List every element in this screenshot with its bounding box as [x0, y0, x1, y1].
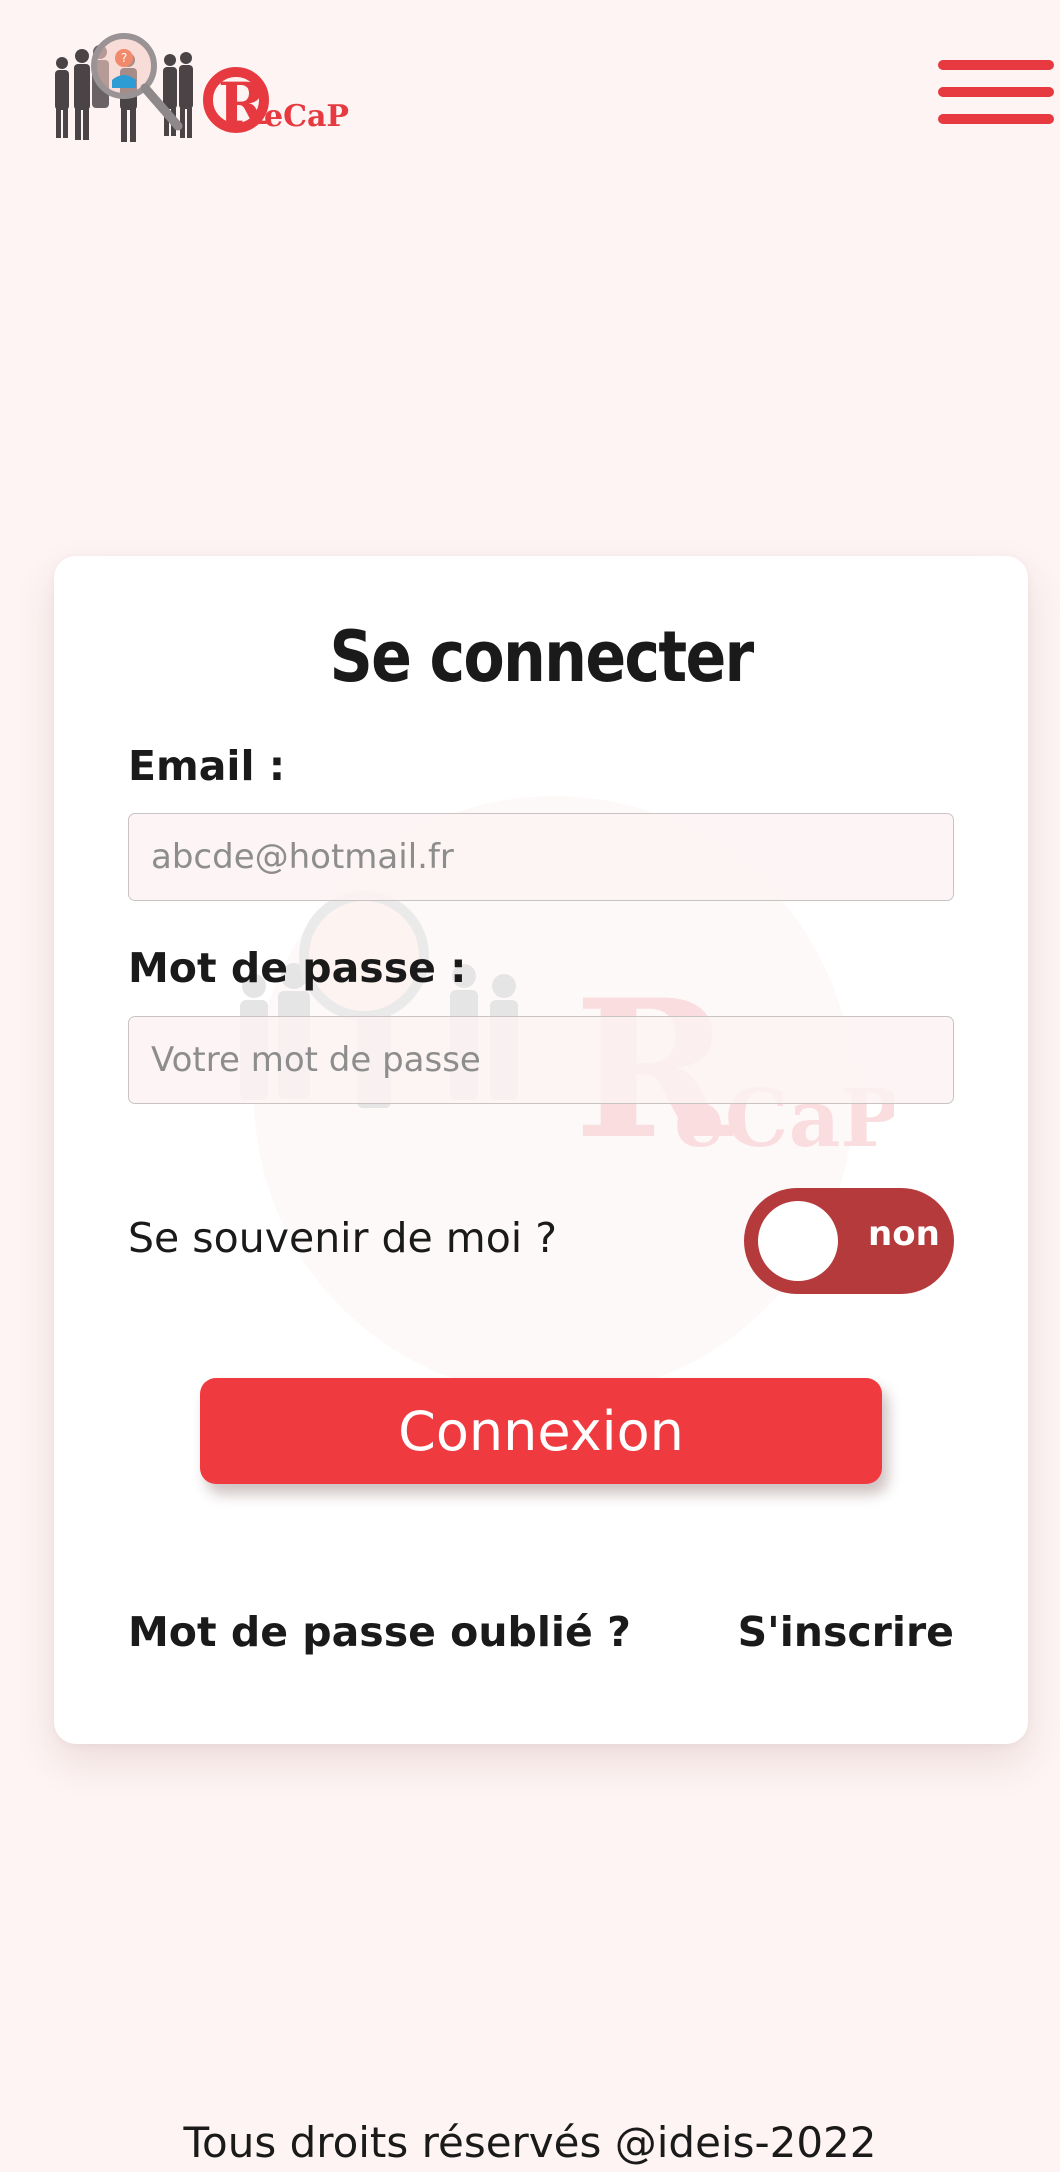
hamburger-icon: [938, 60, 1054, 70]
email-label: Email :: [128, 742, 286, 790]
footer-copyright: Tous droits réservés @ideis-2022: [183, 2118, 877, 2167]
forgot-password-link[interactable]: Mot de passe oublié ?: [128, 1608, 631, 1656]
register-link[interactable]: S'inscrire: [738, 1608, 954, 1656]
svg-text:R: R: [218, 70, 267, 138]
email-input[interactable]: [128, 813, 954, 901]
toggle-knob: [758, 1201, 838, 1281]
top-header: ? R eCaP: [0, 0, 1060, 170]
hamburger-icon-bar: [938, 114, 1054, 124]
page-title: Se connecter: [329, 616, 754, 698]
toggle-state-text: non: [868, 1214, 940, 1254]
svg-text:?: ?: [121, 51, 127, 65]
login-card: R eCaP Se connecter Email : Mot de passe…: [54, 556, 1028, 1744]
recap-logo[interactable]: ? R eCaP: [50, 28, 380, 158]
password-label: Mot de passe :: [128, 944, 467, 992]
hamburger-menu-button[interactable]: [936, 58, 1058, 138]
remember-me-toggle[interactable]: non: [744, 1188, 954, 1294]
hamburger-icon-bar: [938, 87, 1054, 97]
remember-me-label: Se souvenir de moi ?: [128, 1214, 557, 1262]
password-input[interactable]: [128, 1016, 954, 1104]
connexion-button[interactable]: Connexion: [200, 1378, 882, 1484]
recap-r-mark: R eCaP: [203, 67, 349, 138]
svg-text:eCaP: eCaP: [264, 99, 349, 134]
